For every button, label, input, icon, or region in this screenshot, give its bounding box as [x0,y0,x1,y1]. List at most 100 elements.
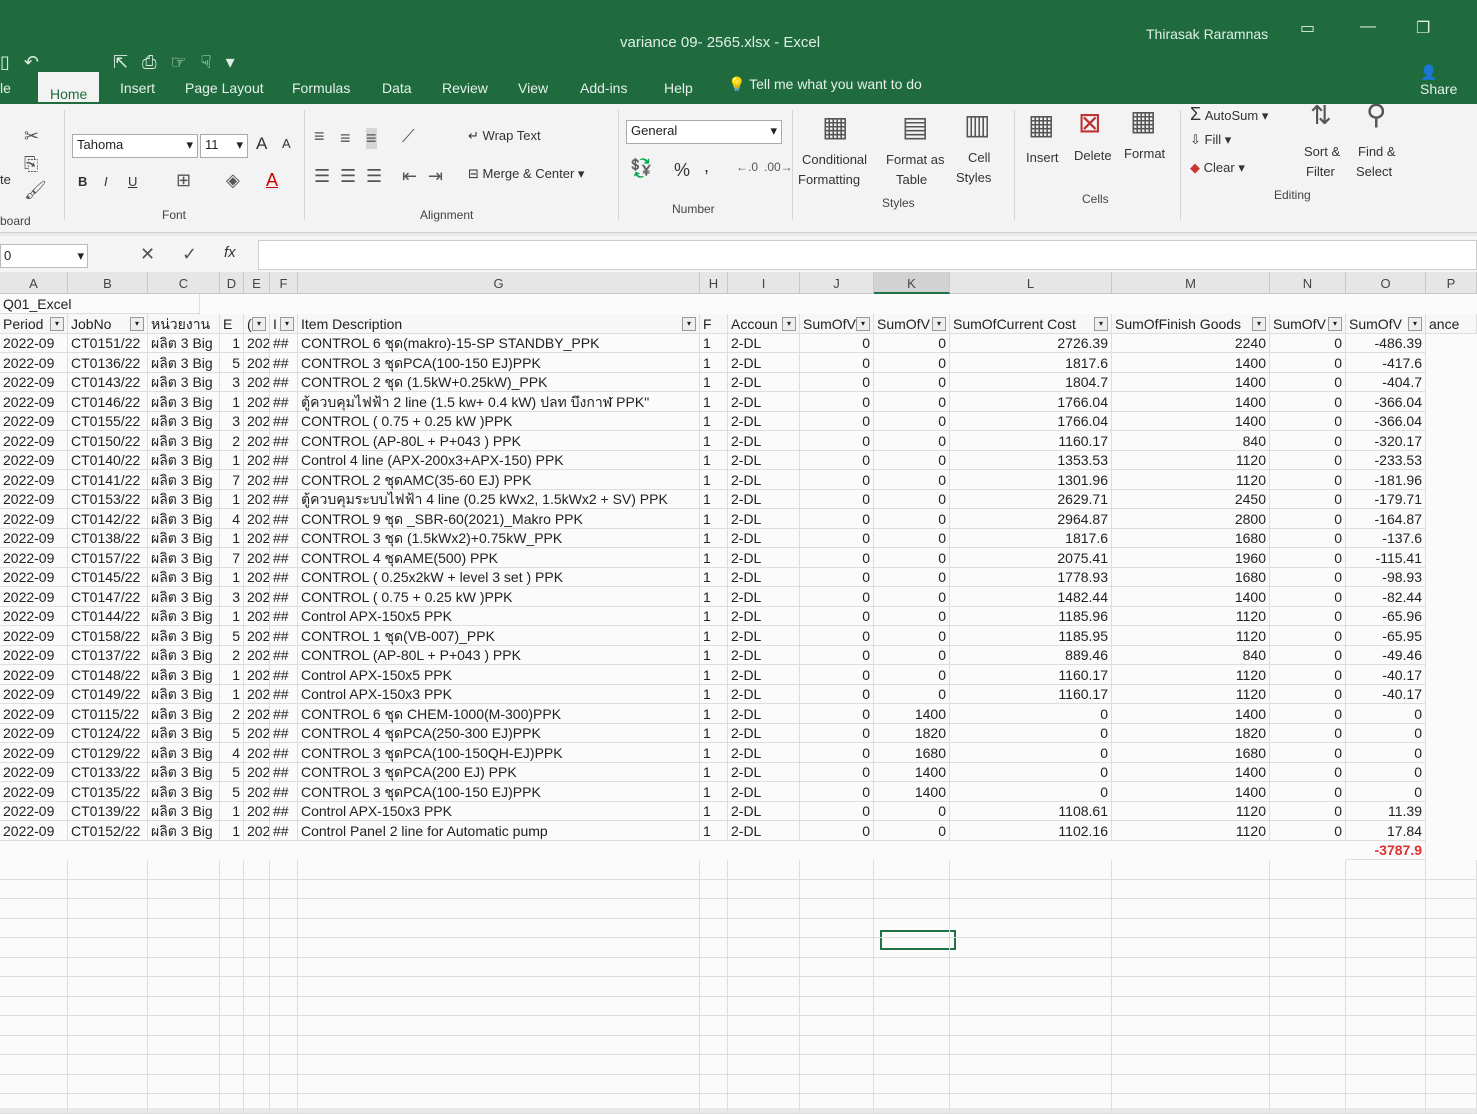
empty-cell[interactable] [298,898,700,919]
header-cell-4[interactable]: (▾ [244,313,270,334]
table-cell[interactable]: 2800 [1112,508,1270,529]
table-cell[interactable]: 202 [244,742,270,763]
empty-cell[interactable] [1346,1074,1426,1094]
table-cell[interactable]: 202 [244,508,270,529]
table-cell[interactable]: ผลิต 3 Big [148,411,220,431]
table-cell[interactable]: 2-DL [728,586,800,607]
table-cell[interactable]: Control Panel 2 line for Automatic pump [298,820,700,841]
sort-filter-button[interactable]: Sort & [1304,144,1340,159]
align-bottom-icon[interactable]: ≡ [366,128,377,149]
empty-cell[interactable] [270,1035,298,1055]
cut-icon[interactable]: ✂ [24,126,39,147]
table-cell[interactable]: 202 [244,333,270,353]
increase-decimal-icon[interactable]: ←.0 [736,160,758,174]
table-cell[interactable]: CT0133/22 [68,762,148,782]
empty-cell[interactable] [700,859,728,880]
table-cell[interactable]: 0 [874,333,950,353]
empty-cell[interactable] [1426,1054,1477,1075]
table-cell[interactable]: 0 [874,372,950,392]
table-cell[interactable]: 2022-09 [0,450,68,470]
conditional-formatting-button[interactable]: Conditional [802,152,867,167]
empty-cell[interactable] [1112,1074,1270,1094]
table-cell[interactable]: 0 [800,411,874,431]
accounting-format-icon[interactable]: 💱 [630,158,652,179]
table-cell[interactable]: ## [270,586,298,607]
table-cell[interactable]: 0 [1270,742,1346,763]
table-cell[interactable]: 889.46 [950,645,1112,665]
tab-help[interactable]: Help [664,80,693,96]
table-cell[interactable]: 2-DL [728,645,800,665]
table-cell[interactable]: -366.04 [1346,411,1426,431]
table-cell[interactable]: ผลิต 3 Big [148,664,220,685]
table-cell[interactable]: 0 [800,723,874,743]
table-cell[interactable]: Control APX-150x5 PPK [298,606,700,626]
empty-cell[interactable] [800,1074,874,1094]
table-cell[interactable]: 2022-09 [0,352,68,373]
table-cell[interactable]: 4 [220,742,244,763]
format-as-table-button-line2[interactable]: Table [896,172,927,187]
table-cell[interactable]: 2022-09 [0,586,68,607]
empty-cell[interactable] [1270,996,1346,1016]
table-cell[interactable]: 202 [244,664,270,685]
table-cell[interactable]: ผลิต 3 Big [148,469,220,490]
table-cell[interactable]: 1817.6 [950,528,1112,548]
table-cell[interactable]: 2022-09 [0,489,68,509]
empty-cell[interactable] [874,898,950,919]
table-cell[interactable]: 840 [1112,645,1270,665]
empty-cell[interactable] [244,957,270,977]
name-box[interactable]: 0 ▾ [0,244,88,268]
table-cell[interactable]: 1766.04 [950,411,1112,431]
table-cell[interactable]: 1960 [1112,547,1270,568]
column-header-o[interactable]: O [1346,272,1426,294]
table-cell[interactable]: 2022-09 [0,723,68,743]
table-cell[interactable]: 0 [800,567,874,587]
column-header-f[interactable]: F [270,272,298,294]
empty-cell[interactable] [220,879,244,899]
empty-cell[interactable] [298,1093,700,1114]
empty-cell[interactable] [0,1035,68,1055]
empty-cell[interactable] [0,937,68,958]
filter-dropdown-icon[interactable]: ▾ [130,316,144,331]
empty-cell[interactable] [1346,859,1426,880]
empty-cell[interactable] [1270,1054,1346,1075]
tab-add-ins[interactable]: Add-ins [580,80,627,96]
table-cell[interactable]: -233.53 [1346,450,1426,470]
align-top-icon[interactable]: ≡ [314,126,325,147]
table-cell[interactable]: CT0136/22 [68,352,148,373]
table-cell[interactable]: CT0115/22 [68,703,148,724]
table-cell[interactable]: 2-DL [728,450,800,470]
empty-cell[interactable] [68,976,148,997]
table-cell[interactable]: 1301.96 [950,469,1112,490]
table-cell[interactable]: 1400 [874,703,950,724]
empty-cell[interactable] [270,937,298,958]
empty-cell[interactable] [950,918,1112,938]
table-cell[interactable]: 1120 [1112,820,1270,841]
conditional-formatting-button-line2[interactable]: Formatting [798,172,860,187]
empty-cell[interactable] [1346,1015,1426,1036]
table-cell[interactable]: 2-DL [728,508,800,529]
empty-cell[interactable] [270,957,298,977]
table-cell[interactable]: ผลิต 3 Big [148,391,220,412]
table-cell[interactable]: 0 [800,703,874,724]
empty-cell[interactable] [0,976,68,997]
tab-insert[interactable]: Insert [120,80,155,96]
table-cell[interactable]: CT0141/22 [68,469,148,490]
empty-cell[interactable] [220,1093,244,1114]
column-header-g[interactable]: G [298,272,700,294]
empty-cell[interactable] [800,996,874,1016]
table-cell[interactable]: 1400 [1112,586,1270,607]
table-cell[interactable]: CT0139/22 [68,801,148,821]
filter-dropdown-icon[interactable]: ▾ [280,316,294,331]
empty-cell[interactable] [728,879,800,899]
grow-font-button[interactable]: A [256,134,267,154]
table-cell[interactable]: 0 [874,547,950,568]
empty-cell[interactable] [148,996,220,1016]
empty-cell[interactable] [950,1074,1112,1094]
table-cell[interactable]: CT0150/22 [68,430,148,451]
table-cell[interactable]: 2022-09 [0,664,68,685]
header-cell-12[interactable]: SumOfFinish Goods ▾ [1112,313,1270,334]
table-cell[interactable]: CT0149/22 [68,684,148,704]
table-cell[interactable]: 0 [950,781,1112,802]
column-header-m[interactable]: M [1112,272,1270,294]
table-cell[interactable]: 0 [800,664,874,685]
